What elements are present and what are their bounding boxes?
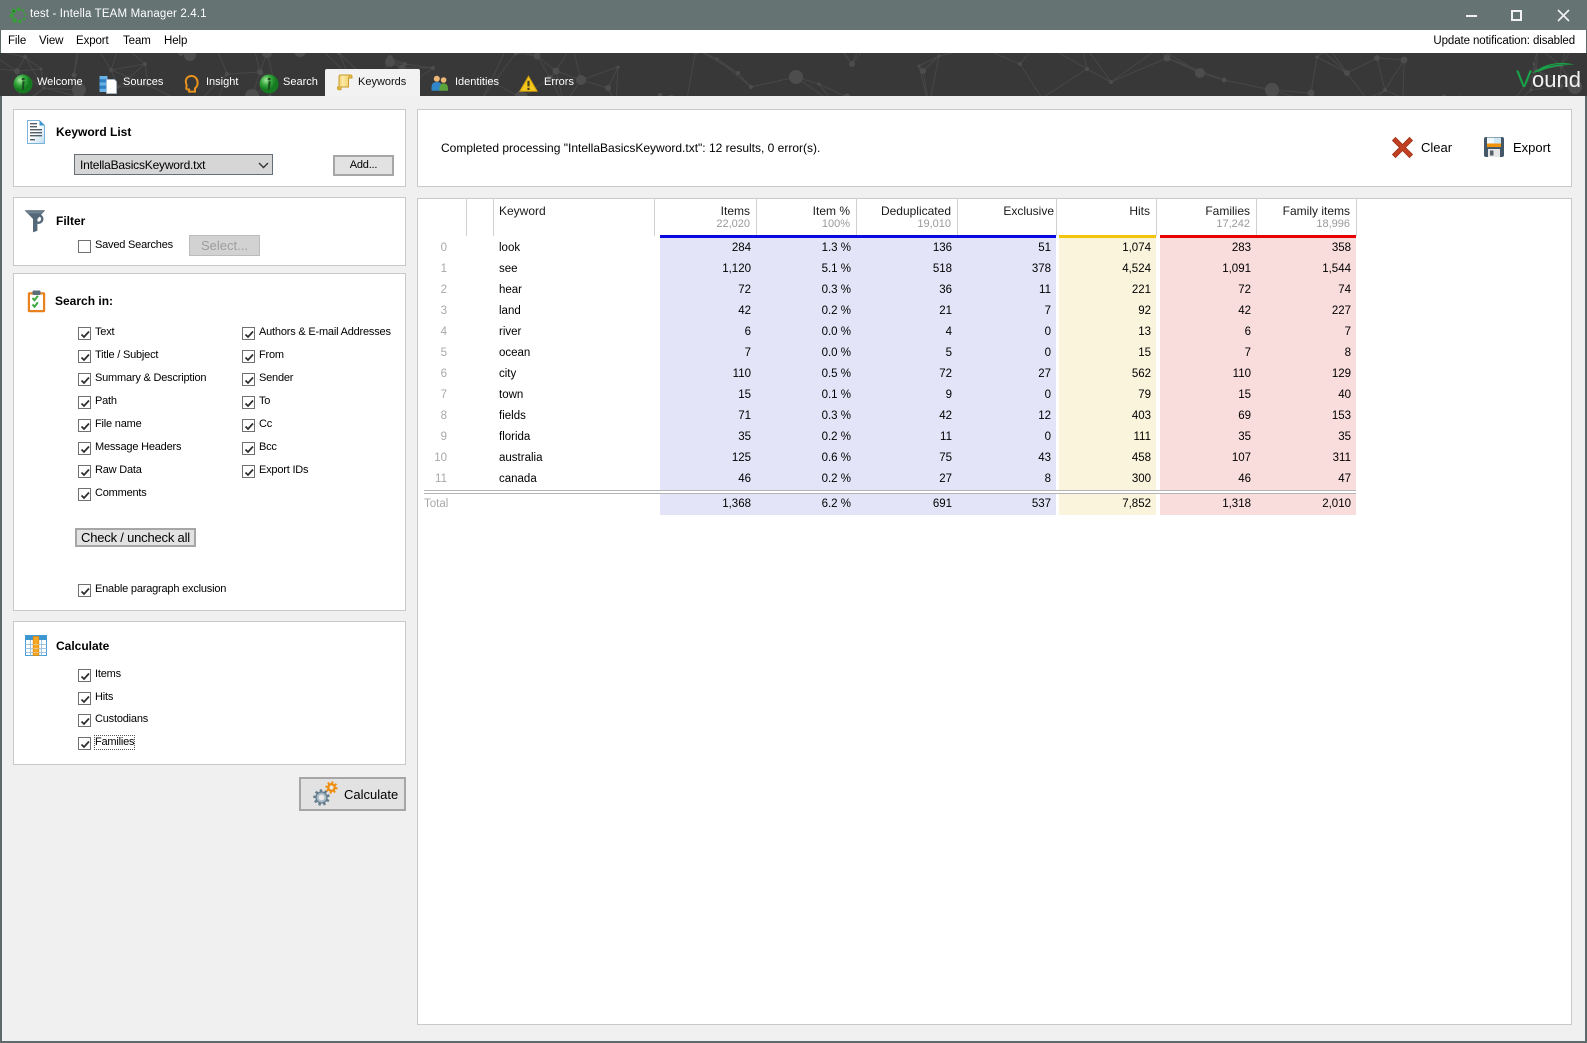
svg-text:V: V — [1516, 66, 1532, 88]
